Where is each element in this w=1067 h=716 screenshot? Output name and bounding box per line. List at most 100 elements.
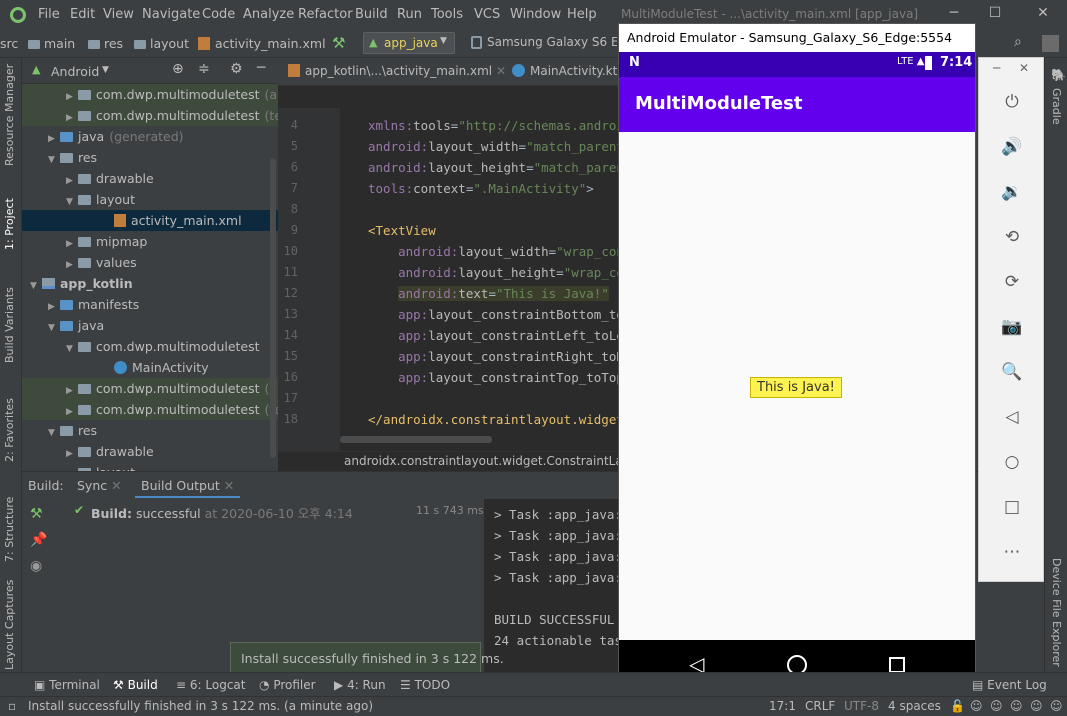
tab-run[interactable]: ▶ 4: Run — [334, 678, 386, 692]
minimize-icon[interactable]: ─ — [993, 61, 1000, 75]
tree-item[interactable]: ▶com.dwp.multimoduletest(test) — [22, 105, 278, 126]
tab-build-output[interactable]: Build Output ✕ — [135, 478, 241, 498]
tab-project[interactable]: 1: Project — [3, 198, 16, 250]
code-line[interactable]: android:layout_width="wrap_conte — [368, 244, 618, 259]
menu-vcs[interactable]: VCS — [474, 7, 500, 22]
code-line[interactable]: app:layout_constraintBottom_toBo — [368, 307, 618, 322]
hammer-icon[interactable]: ⚒ — [30, 506, 43, 522]
close-icon[interactable]: ✕ — [496, 64, 506, 78]
tree-item[interactable]: ▼ res — [22, 420, 278, 441]
tab-activity-main-xml[interactable]: app_kotlin\...\activity_main.xml ✕ — [288, 64, 506, 78]
tree-item[interactable]: ▼layout — [22, 462, 278, 471]
breadcrumb-main[interactable]: main — [28, 36, 75, 51]
tab-todo[interactable]: ☰ TODO — [400, 678, 450, 692]
smiley-icon[interactable]: ☺ — [990, 699, 1003, 713]
tab-layout-captures[interactable]: Layout Captures — [3, 580, 16, 670]
tab-logcat[interactable]: ≡ 6: Logcat — [176, 678, 245, 692]
status-message[interactable]: Install successfully finished in 3 s 122… — [28, 699, 373, 713]
maximize-button[interactable]: ☐ — [985, 5, 1005, 25]
tab-build-variants[interactable]: Build Variants — [3, 287, 16, 363]
gear-icon[interactable]: ⚙ — [230, 61, 243, 77]
locate-icon[interactable]: ⊕ — [172, 61, 184, 77]
menu-file[interactable]: File — [38, 7, 60, 22]
camera-icon[interactable]: 📷 — [999, 317, 1025, 343]
tree-item[interactable]: ▶com.dwp.multimoduletest(andro — [22, 84, 278, 105]
close-button[interactable]: ✕ — [1033, 5, 1053, 25]
rotate-left-icon[interactable]: ⟲ — [999, 227, 1025, 253]
menu-refactor[interactable]: Refactor — [298, 7, 353, 22]
code-line[interactable]: app:layout_constraintRight_toRig — [368, 349, 618, 364]
breadcrumb-src[interactable]: src — [0, 36, 18, 51]
line-separator[interactable]: CRLF — [805, 699, 835, 713]
menu-tools[interactable]: Tools — [431, 7, 463, 22]
tab-device-file-explorer[interactable]: Device File Explorer — [1050, 558, 1063, 667]
menu-code[interactable]: Code — [202, 7, 235, 22]
horizontal-scrollbar[interactable] — [340, 436, 492, 443]
tree-item[interactable]: ▶ manifests — [22, 294, 278, 315]
code-line[interactable]: app:layout_constraintTop_toTopOf — [368, 370, 618, 385]
tab-gradle[interactable]: Gradle — [1050, 88, 1063, 125]
menu-analyze[interactable]: Analyze — [243, 7, 294, 22]
more-icon[interactable]: ⋯ — [999, 542, 1025, 568]
power-icon[interactable]: ⏻ — [999, 92, 1025, 118]
tree-item[interactable]: ▶com.dwp.multimoduletest(andro — [22, 378, 278, 399]
tree-item[interactable]: ▼ java — [22, 315, 278, 336]
overview-icon[interactable]: □ — [999, 497, 1025, 523]
rotate-right-icon[interactable]: ⟳ — [999, 272, 1025, 298]
tree-item[interactable]: ▶com.dwp.multimoduletest(test) — [22, 399, 278, 420]
smiley-icon[interactable]: ☺ — [1050, 699, 1063, 713]
run-configuration-select[interactable]: ▲ app_java ▼ — [363, 32, 455, 54]
tab-resource-manager[interactable]: Resource Manager — [3, 64, 16, 166]
tab-terminal[interactable]: ▣ Terminal — [34, 678, 100, 692]
tree-item[interactable]: ▶ values — [22, 252, 278, 273]
indent-setting[interactable]: 4 spaces — [888, 699, 941, 713]
breadcrumb-file[interactable]: activity_main.xml — [198, 36, 326, 51]
tree-item[interactable]: ▶ java (generated) — [22, 126, 278, 147]
minimize-button[interactable]: ─ — [944, 5, 964, 25]
volume-up-icon[interactable]: 🔊 — [999, 137, 1025, 163]
app-content[interactable]: This is Java! — [619, 132, 975, 640]
java-text-view[interactable]: This is Java! — [750, 377, 842, 398]
chevron-down-icon[interactable]: ▼ — [102, 65, 109, 75]
menu-help[interactable]: Help — [567, 7, 597, 22]
tab-event-log[interactable]: ▤ Event Log — [972, 678, 1047, 692]
build-log[interactable]: > Task :app_java:s > Task :app_java:m > Ta… — [484, 499, 618, 673]
tab-build[interactable]: ⚒ Build — [113, 678, 158, 692]
tree-item[interactable]: ▼ app_kotlin — [22, 273, 278, 294]
pin-icon[interactable]: 📌 — [30, 532, 47, 548]
menu-view[interactable]: View — [103, 7, 134, 22]
scrollbar[interactable] — [270, 158, 276, 458]
tab-structure[interactable]: 7: Structure — [3, 497, 16, 562]
avatar[interactable] — [1042, 35, 1059, 52]
tree-item[interactable]: ▼ com.dwp.multimoduletest — [22, 336, 278, 357]
build-result-row[interactable]: Build: successful at 2020-06-10 오후 4:14 — [91, 503, 353, 522]
menu-edit[interactable]: Edit — [70, 7, 95, 22]
project-view-select[interactable]: Android — [51, 64, 99, 79]
close-icon[interactable]: ✕ — [224, 478, 234, 493]
tree-item[interactable]: ▼ res — [22, 147, 278, 168]
code-line[interactable]: xmlns:tools="http://schemas.android. — [368, 118, 618, 133]
tree-item[interactable]: MainActivity — [22, 357, 278, 378]
editor-breadcrumb[interactable]: androidx.constraintlayout.widget.Constra… — [278, 451, 618, 471]
home-icon[interactable]: ○ — [999, 452, 1025, 478]
breadcrumb-layout[interactable]: layout — [134, 36, 189, 51]
tree-item[interactable]: ▶ mipmap — [22, 231, 278, 252]
make-project-icon[interactable]: ⚒ — [332, 34, 345, 52]
code-line[interactable]: android:layout_height="wrap_cont — [368, 265, 618, 280]
code-line[interactable]: android:layout_width="match_parent" — [368, 139, 618, 154]
breadcrumb-res[interactable]: res — [88, 36, 123, 51]
tree-item[interactable]: ▶ drawable — [22, 168, 278, 189]
tab-main-activity-kt[interactable]: MainActivity.kt — [512, 64, 617, 78]
code-line[interactable]: android:layout_height="match_parent" — [368, 160, 618, 175]
volume-down-icon[interactable]: 🔉 — [999, 182, 1025, 208]
eye-icon[interactable]: ◉ — [30, 558, 42, 574]
collapse-icon[interactable]: ≑ — [198, 61, 210, 77]
smiley-icon[interactable]: ☺ — [1010, 699, 1023, 713]
code-line[interactable]: android:text="This is Java!" — [368, 286, 609, 301]
close-icon[interactable]: ✕ — [111, 478, 121, 493]
menu-window[interactable]: Window — [510, 7, 561, 22]
overview-icon[interactable] — [889, 657, 905, 673]
smiley-icon[interactable]: ☺ — [1030, 699, 1043, 713]
tree-item[interactable]: ▼layout — [22, 189, 278, 210]
install-toast[interactable]: Install successfully finished in 3 s 122… — [230, 642, 504, 675]
